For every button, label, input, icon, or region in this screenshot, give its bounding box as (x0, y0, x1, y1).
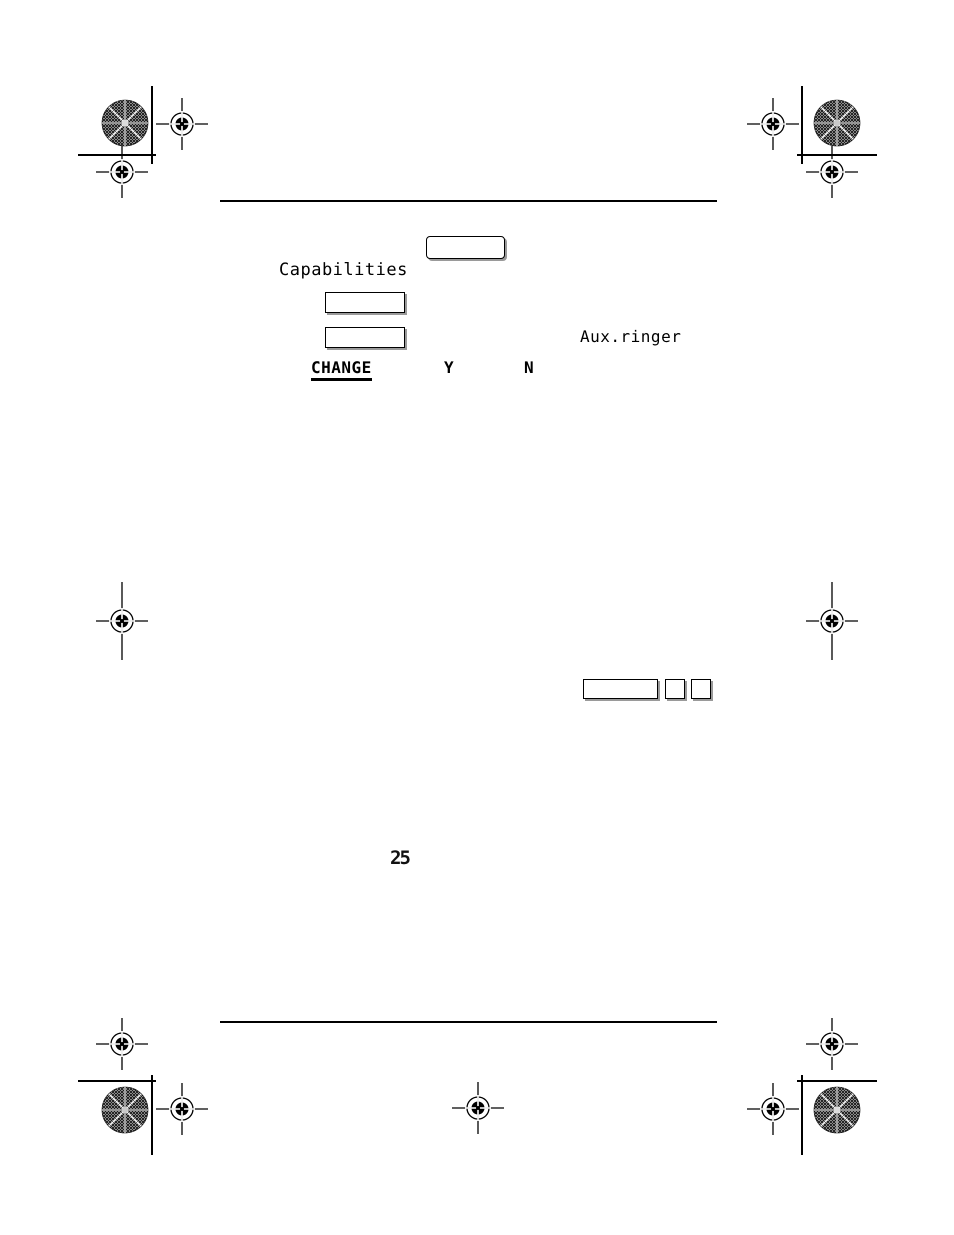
softkey-change[interactable]: CHANGE (311, 358, 372, 381)
mid-callout-box-2[interactable] (325, 327, 405, 348)
crosshair-mid-right-icon (806, 582, 858, 660)
header-rule (220, 200, 717, 202)
crosshair-bottom-right-outer-icon (806, 1018, 858, 1070)
lower-square-callout-box-2[interactable] (691, 679, 711, 699)
footer-rule (220, 1021, 717, 1023)
crosshair-bottom-left-icon (156, 1083, 208, 1135)
lower-wide-callout-box[interactable] (583, 679, 658, 699)
crosshair-top-left-icon (156, 98, 208, 150)
softkey-no[interactable]: N (524, 358, 534, 377)
rosette-top-left-icon (101, 99, 149, 147)
crosshair-top-right-icon (747, 98, 799, 150)
crosshair-bottom-left-outer-icon (96, 1018, 148, 1070)
scanned-page: Capabilities Aux.ringer CHANGE Y N 25 (0, 0, 954, 1235)
trim-line-bottom-right-horizontal (797, 1080, 877, 1082)
page-number: 25 (390, 847, 411, 869)
softkey-yes[interactable]: Y (444, 358, 454, 377)
rosette-top-right-icon (813, 99, 861, 147)
crosshair-top-right-outer-icon (806, 146, 858, 198)
trim-line-top-left-vertical (151, 86, 153, 164)
trim-line-top-right-vertical (801, 86, 803, 164)
crosshair-mid-left-icon (96, 582, 148, 660)
trim-line-bottom-left-vertical (151, 1075, 153, 1155)
crosshair-top-left-outer-icon (96, 146, 148, 198)
feature-label: Aux.ringer (580, 327, 682, 346)
rosette-bottom-left-icon (101, 1086, 149, 1134)
lower-square-callout-box-1[interactable] (665, 679, 685, 699)
trim-line-bottom-right-vertical (801, 1075, 803, 1155)
display-title-label: Capabilities (279, 260, 408, 280)
crosshair-bottom-right-icon (747, 1083, 799, 1135)
trim-line-bottom-left-horizontal (78, 1080, 156, 1082)
top-callout-box[interactable] (426, 236, 505, 259)
rosette-bottom-right-icon (813, 1086, 861, 1134)
mid-callout-box-1[interactable] (325, 292, 405, 313)
crosshair-bottom-center-icon (452, 1082, 504, 1134)
